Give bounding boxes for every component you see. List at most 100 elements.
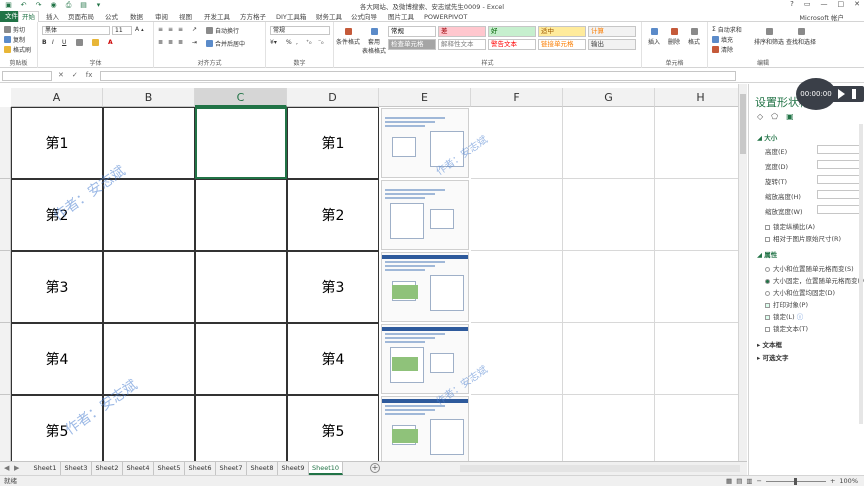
format-painter-button[interactable]: 格式刷 xyxy=(4,45,31,54)
sheet-tab-sheet6[interactable]: Sheet6 xyxy=(185,462,216,475)
size-properties-icon[interactable]: ▣ xyxy=(786,112,794,121)
tab-page-layout[interactable]: 页面布局 xyxy=(68,12,94,22)
cell-d4[interactable]: 第4 xyxy=(287,323,379,395)
orientation-icon[interactable]: ↗ xyxy=(192,26,197,33)
number-format-select[interactable]: 常规 xyxy=(270,26,330,35)
cell-style-3[interactable]: 适中 xyxy=(538,26,586,37)
view-pagebreak-icon[interactable]: ▥ xyxy=(746,476,752,486)
cell-g1[interactable] xyxy=(563,107,655,179)
cell-h1[interactable] xyxy=(655,107,738,179)
size-section[interactable]: ◢ 大小 xyxy=(757,132,777,142)
font-size-select[interactable]: 11 xyxy=(112,26,132,35)
vertical-scrollbar[interactable] xyxy=(738,84,747,461)
decimal-decrease-icon[interactable]: ⁻₀ xyxy=(318,39,324,46)
cell-a4[interactable]: 第4 xyxy=(11,323,103,395)
cell-g2[interactable] xyxy=(563,179,655,251)
sheet-tab-sheet3[interactable]: Sheet3 xyxy=(61,462,92,475)
sheet-tab-sheet9[interactable]: Sheet9 xyxy=(278,462,309,475)
size-row-input[interactable] xyxy=(817,145,863,154)
comma-button[interactable]: , xyxy=(296,39,298,46)
cell-h2[interactable] xyxy=(655,179,738,251)
cell-h4[interactable] xyxy=(655,323,738,395)
cell-c5[interactable] xyxy=(195,395,287,461)
cell-style-5[interactable]: 检查单元格 xyxy=(388,39,436,50)
cell-d3[interactable]: 第3 xyxy=(287,251,379,323)
size-row-input[interactable] xyxy=(817,175,863,184)
column-header-a[interactable]: A xyxy=(11,88,103,107)
minimize-button[interactable]: — xyxy=(821,0,828,8)
prop-fixed-radio[interactable]: 大小和位置均固定(D) xyxy=(765,287,835,297)
print-object-checkbox[interactable]: 打印对象(P) xyxy=(765,299,808,309)
tab-formula-wizard[interactable]: 公式向导 xyxy=(351,12,377,22)
copy-button[interactable]: 复制 xyxy=(4,35,25,44)
maximize-button[interactable]: □ xyxy=(838,0,845,8)
column-header-g[interactable]: G xyxy=(563,88,655,107)
tab-review[interactable]: 审阅 xyxy=(155,12,168,22)
fill-color-button[interactable] xyxy=(92,39,99,46)
row-header[interactable] xyxy=(0,251,11,323)
sort-filter-button[interactable]: 排序和筛选 xyxy=(754,28,784,46)
locked-checkbox[interactable]: 锁定(L) ⓘ xyxy=(765,311,803,321)
row-header[interactable] xyxy=(0,107,11,179)
find-select-button[interactable]: 查找和选择 xyxy=(786,28,816,46)
screenshot-thumbnail[interactable] xyxy=(381,108,469,178)
cell-d2[interactable]: 第2 xyxy=(287,179,379,251)
bold-button[interactable]: B xyxy=(42,39,47,46)
cell-area[interactable]: 第1 第1 第2 第2 第3 第3 第4 第4 第5 第5 作者：安志斌 作者：安志斌 作者：安志斌 作者… xyxy=(11,107,738,461)
sheet-tab-sheet7[interactable]: Sheet7 xyxy=(216,462,247,475)
cell-a1[interactable]: 第1 xyxy=(11,107,103,179)
cell-style-9[interactable]: 输出 xyxy=(588,39,636,50)
row-header[interactable] xyxy=(0,179,11,251)
cell-b3[interactable] xyxy=(103,251,195,323)
cell-h3[interactable] xyxy=(655,251,738,323)
align-center-icon[interactable]: ≣ xyxy=(168,39,173,46)
cell-style-7[interactable]: 警告文本 xyxy=(488,39,536,50)
sheet-next-icon[interactable]: ▶ xyxy=(14,464,19,472)
column-header-d[interactable]: D xyxy=(287,88,379,107)
cell-style-2[interactable]: 好 xyxy=(488,26,536,37)
sheet-tab-sheet8[interactable]: Sheet8 xyxy=(247,462,278,475)
cell-c4[interactable] xyxy=(195,323,287,395)
indent-icon[interactable]: ⇥ xyxy=(192,39,197,46)
view-layout-icon[interactable]: ▤ xyxy=(736,476,742,486)
tab-developer[interactable]: 开发工具 xyxy=(204,12,230,22)
decimal-increase-icon[interactable]: ⁺₀ xyxy=(306,39,312,46)
cell-b2[interactable] xyxy=(103,179,195,251)
cell-style-1[interactable]: 差 xyxy=(438,26,486,37)
cell-f3[interactable] xyxy=(471,251,563,323)
clear-button[interactable]: 清除 xyxy=(712,45,733,54)
screenshot-thumbnail[interactable] xyxy=(381,396,469,461)
insert-cells-button[interactable]: 插入 xyxy=(648,28,660,46)
cell-g3[interactable] xyxy=(563,251,655,323)
align-left-icon[interactable]: ≣ xyxy=(158,39,163,46)
player-menu-icon[interactable] xyxy=(852,89,856,99)
tab-finance-tools[interactable]: 财务工具 xyxy=(316,12,342,22)
cut-button[interactable]: 剪切 xyxy=(4,25,25,34)
fill-button[interactable]: 填充 xyxy=(712,35,733,44)
name-box[interactable] xyxy=(2,71,52,81)
sheet-tab-sheet5[interactable]: Sheet5 xyxy=(154,462,185,475)
column-header-c[interactable]: C xyxy=(195,88,287,107)
tab-fangfang[interactable]: 方方格子 xyxy=(240,12,266,22)
tab-powerpivot[interactable]: POWERPIVOT xyxy=(424,12,467,22)
properties-section[interactable]: ◢ 属性 xyxy=(757,249,777,259)
relative-original-checkbox[interactable]: 相对于图片原始尺寸(R) xyxy=(765,233,841,243)
currency-icon[interactable]: ¥▾ xyxy=(270,39,277,46)
alt-text-section[interactable]: ▸ 可选文字 xyxy=(757,352,789,362)
cell-style-4[interactable]: 计算 xyxy=(588,26,636,37)
border-button[interactable] xyxy=(76,39,83,46)
font-name-select[interactable]: 黑体 xyxy=(42,26,110,35)
row-header[interactable] xyxy=(0,323,11,395)
sheet-prev-icon[interactable]: ◀ xyxy=(4,464,9,472)
zoom-out-icon[interactable]: − xyxy=(757,476,762,486)
align-bottom-icon[interactable]: ≡ xyxy=(178,26,183,33)
tab-formulas[interactable]: 公式 xyxy=(105,12,118,22)
textbox-section[interactable]: ▸ 文本框 xyxy=(757,339,782,349)
column-header-h[interactable]: H xyxy=(655,88,738,107)
add-sheet-button[interactable]: + xyxy=(370,463,380,473)
cell-f5[interactable] xyxy=(471,395,563,461)
prop-move-only-radio[interactable]: 大小固定，位置随单元格而变(M) xyxy=(765,275,864,285)
column-header-e[interactable]: E xyxy=(379,88,471,107)
play-icon[interactable] xyxy=(838,89,845,99)
wrap-text-button[interactable]: 自动换行 xyxy=(206,26,239,35)
